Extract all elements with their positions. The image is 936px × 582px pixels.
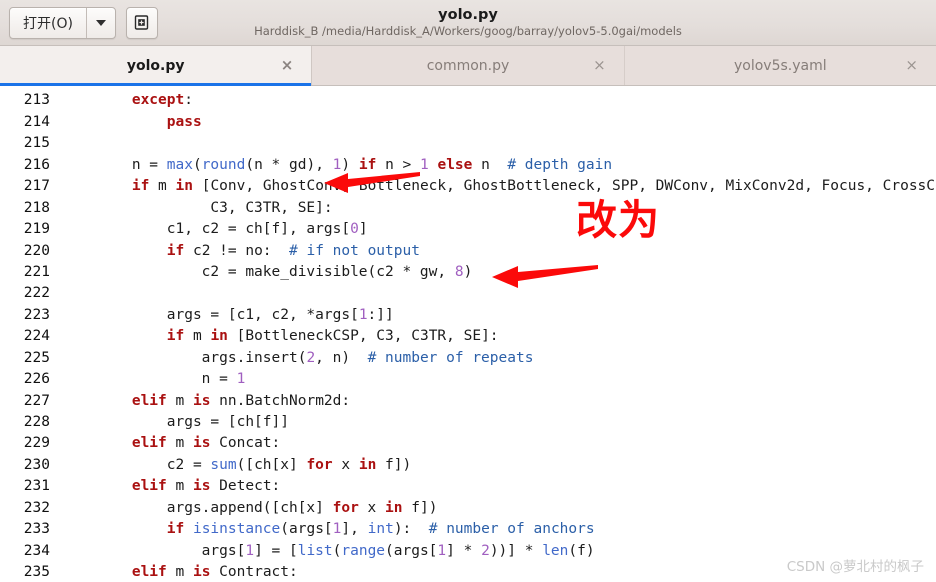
line-number: 222 xyxy=(23,285,50,302)
tab-bar: yolo.py × common.py × yolov5s.yaml × xyxy=(0,46,936,86)
open-button[interactable]: 打开(O) xyxy=(10,7,87,38)
line-number: 231 xyxy=(23,478,50,495)
window-titlebar: 打开(O) yolo.py Harddisk_B /media/Harddisk… xyxy=(0,0,936,46)
line-number: 228 xyxy=(23,414,50,430)
close-icon[interactable]: × xyxy=(905,58,918,73)
save-button[interactable] xyxy=(125,6,158,39)
tab-yolov5s-yaml[interactable]: yolov5s.yaml × xyxy=(625,46,936,85)
line-number: 220 xyxy=(23,242,50,259)
line-number: 226 xyxy=(23,371,50,388)
page-title: yolo.py xyxy=(438,6,498,23)
code-line-text: if c2 != no: # if not output xyxy=(166,242,420,259)
code-line[interactable]: 218 C3, C3TR, SE]: xyxy=(0,198,936,219)
code-line-text: elif m is Concat: xyxy=(131,435,281,452)
chevron-down-icon xyxy=(95,19,106,26)
line-number: 214 xyxy=(23,113,50,130)
code-line[interactable]: 217 if m in [Conv, GhostConv, Bottleneck… xyxy=(0,176,936,197)
line-number: 234 xyxy=(23,542,50,559)
close-icon[interactable]: × xyxy=(593,58,606,73)
line-number: 227 xyxy=(23,392,50,409)
line-number: 215 xyxy=(23,135,50,152)
code-line-text: args.insert(2, n) # number of repeats xyxy=(62,349,534,366)
code-line[interactable]: 227 elif m is nn.BatchNorm2d: xyxy=(0,391,936,412)
file-path-subtitle: Harddisk_B /media/Harddisk_A/Workers/goo… xyxy=(254,23,682,38)
tab-yolo-py[interactable]: yolo.py × xyxy=(0,46,313,86)
code-line[interactable]: 221 c2 = make_divisible(c2 * gw, 8) xyxy=(0,262,936,283)
line-number: 224 xyxy=(23,328,50,345)
code-line-text: if m in [Conv, GhostConv, Bottleneck, Gh… xyxy=(131,178,936,195)
code-line[interactable]: 213 except: xyxy=(0,90,936,111)
code-line[interactable]: 224 if m in [BottleneckCSP, C3, C3TR, SE… xyxy=(0,326,936,347)
line-number: 223 xyxy=(23,306,50,323)
code-line-text: args.append([ch[x] for x in f]) xyxy=(62,499,438,516)
line-number: 233 xyxy=(23,521,50,538)
code-line-text: elif m is Contract: xyxy=(131,564,298,581)
code-line-text: if isinstance(args[1], int): # number of… xyxy=(166,521,595,538)
line-number: 217 xyxy=(23,178,50,195)
line-number: 225 xyxy=(23,349,50,366)
code-line[interactable]: 229 elif m is Concat: xyxy=(0,433,936,454)
tab-label: yolo.py xyxy=(126,57,185,74)
code-line-text: n = 1 xyxy=(62,371,246,388)
code-line-text: elif m is Detect: xyxy=(131,478,281,495)
line-number: 235 xyxy=(23,564,50,581)
titlebar-left-controls: 打开(O) xyxy=(0,6,158,39)
code-line[interactable]: 230 c2 = sum([ch[x] for x in f]) xyxy=(0,455,936,476)
close-icon[interactable]: × xyxy=(281,58,294,73)
line-number: 232 xyxy=(23,499,50,516)
tab-common-py[interactable]: common.py × xyxy=(312,46,625,85)
code-line[interactable]: 215 xyxy=(0,133,936,154)
code-line[interactable]: 233 if isinstance(args[1], int): # numbe… xyxy=(0,519,936,540)
code-line-text: c2 = make_divisible(c2 * gw, 8) xyxy=(62,263,473,280)
code-line[interactable]: 225 args.insert(2, n) # number of repeat… xyxy=(0,348,936,369)
code-line[interactable]: 232 args.append([ch[x] for x in f]) xyxy=(0,498,936,519)
line-number: 229 xyxy=(23,435,50,452)
tab-label: common.py xyxy=(426,57,510,74)
watermark: CSDN @萝北村的枫子 xyxy=(786,559,924,575)
code-lines-container: 212 args[j] = eval(a) if isinstance(a, s… xyxy=(0,86,936,582)
open-dropdown-button[interactable] xyxy=(87,8,115,38)
tab-label: yolov5s.yaml xyxy=(734,57,827,74)
code-line-text: args = [c1, c2, *args[1:]] xyxy=(62,306,394,323)
code-line-text: elif m is nn.BatchNorm2d: xyxy=(131,392,351,409)
code-line[interactable]: 214 pass xyxy=(0,112,936,133)
code-line[interactable]: 231 elif m is Detect: xyxy=(0,476,936,497)
code-line[interactable]: 226 n = 1 xyxy=(0,369,936,390)
line-number: 218 xyxy=(23,199,50,216)
code-line[interactable]: 216 n = max(round(n * gd), 1) if n > 1 e… xyxy=(0,155,936,176)
code-line-text: pass xyxy=(166,113,202,130)
code-line-text: n = max(round(n * gd), 1) if n > 1 else … xyxy=(62,156,613,173)
code-editor[interactable]: 212 args[j] = eval(a) if isinstance(a, s… xyxy=(0,86,936,582)
line-number: 221 xyxy=(23,263,50,280)
code-line-text: args = [ch[f]] xyxy=(62,414,289,430)
code-line-text: except: xyxy=(131,92,193,109)
code-line[interactable]: 223 args = [c1, c2, *args[1:]] xyxy=(0,305,936,326)
code-line-text: args[1] = [list(range(args[1] * 2))] * l… xyxy=(62,542,595,559)
line-number: 213 xyxy=(23,92,50,109)
code-line[interactable]: 219 c1, c2 = ch[f], args[0] xyxy=(0,219,936,240)
code-line-text: C3, C3TR, SE]: xyxy=(62,199,333,216)
code-line[interactable]: 222 xyxy=(0,283,936,304)
line-number: 219 xyxy=(23,221,50,238)
save-document-icon xyxy=(135,15,149,30)
code-line-text: if m in [BottleneckCSP, C3, C3TR, SE]: xyxy=(166,328,499,345)
code-line-text: c2 = sum([ch[x] for x in f]) xyxy=(62,456,412,473)
code-line[interactable]: 220 if c2 != no: # if not output xyxy=(0,241,936,262)
code-line[interactable]: 228 args = [ch[f]] xyxy=(0,412,936,433)
code-line-text: c1, c2 = ch[f], args[0] xyxy=(62,221,368,238)
line-number: 230 xyxy=(23,456,50,473)
line-number: 216 xyxy=(23,156,50,173)
open-button-group[interactable]: 打开(O) xyxy=(9,6,116,39)
